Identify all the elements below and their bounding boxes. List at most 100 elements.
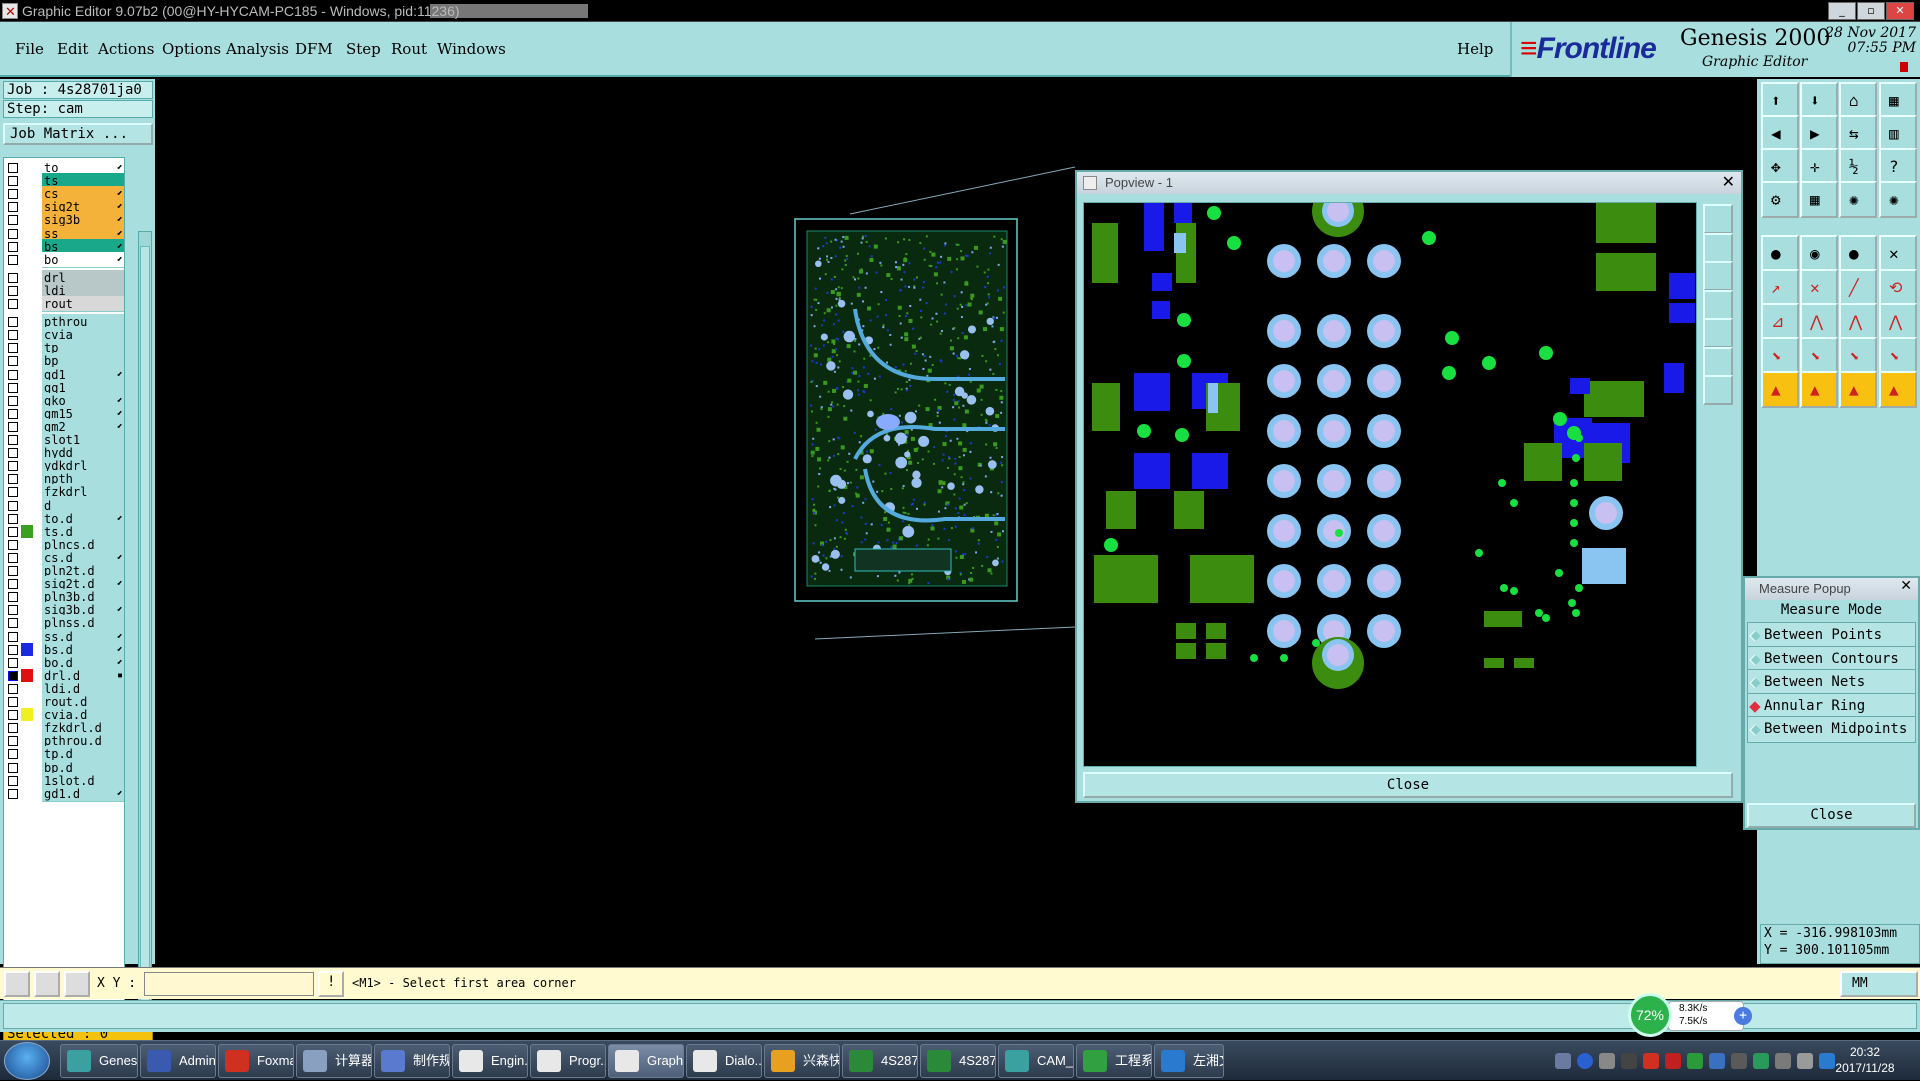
net2-icon[interactable]: ✺ [1879, 181, 1917, 218]
network-monitor[interactable]: 8.3K/s 7.5K/s 72% + [1628, 993, 1752, 1037]
pan-icon[interactable] [1703, 289, 1733, 320]
xy-input[interactable] [144, 972, 314, 996]
popview-close-button[interactable]: Close [1083, 772, 1733, 798]
menu-dfm[interactable]: DFM [295, 40, 333, 58]
gear-icon[interactable]: ⚙ [1761, 181, 1799, 218]
menu-step[interactable]: Step [346, 40, 381, 58]
taskbar-item[interactable]: Foxmail [218, 1044, 294, 1078]
layer-row[interactable]: bo ⬋ [4, 251, 124, 268]
layer-checkbox[interactable] [8, 285, 18, 296]
menu-windows[interactable]: Windows [437, 40, 506, 58]
array-icon[interactable]: ⬊ [1839, 337, 1877, 374]
taskbar-item[interactable]: 计算器 [296, 1044, 372, 1078]
layer-checkbox[interactable] [8, 526, 18, 537]
net-icon[interactable]: ✺ [1839, 181, 1877, 218]
menu-analysis[interactable]: Analysis [226, 40, 289, 58]
layer-checkbox[interactable] [8, 579, 18, 590]
feature-icon[interactable]: ⬊ [1761, 337, 1799, 374]
grid-icon[interactable] [64, 971, 90, 997]
ratio-icon[interactable]: ½ [1839, 148, 1877, 185]
network-plus-icon[interactable]: + [1734, 1007, 1752, 1025]
layer-checkbox[interactable] [8, 176, 18, 187]
menu-help[interactable]: Help [1457, 40, 1493, 58]
layer-checkbox[interactable] [8, 618, 18, 629]
taskbar-item[interactable]: 4S287... [920, 1044, 996, 1078]
layer-checkbox[interactable] [8, 435, 18, 445]
zoom-in-icon[interactable] [1703, 232, 1733, 263]
tray-app5-icon[interactable] [1753, 1053, 1769, 1069]
layer-checkbox[interactable] [8, 552, 18, 563]
layer-checkbox[interactable] [8, 299, 18, 309]
layer-checkbox[interactable] [8, 202, 18, 213]
taskbar-item[interactable]: 工程系... [1076, 1044, 1152, 1078]
layer-checkbox[interactable] [8, 788, 18, 799]
layer-checkbox[interactable] [8, 539, 18, 550]
zoom-out-icon[interactable] [1703, 261, 1733, 291]
taskbar-item[interactable]: 制作规... [374, 1044, 450, 1078]
tray-flag-icon[interactable] [1555, 1053, 1571, 1069]
layer-checkbox[interactable] [8, 448, 18, 459]
maximize-button[interactable]: ▫ [1857, 2, 1885, 20]
taskbar-item[interactable]: Genesis [60, 1044, 138, 1078]
grid-icon[interactable]: ▦ [1800, 181, 1838, 218]
tray-app3-icon[interactable] [1687, 1053, 1703, 1069]
minimize-button[interactable]: _ [1828, 2, 1856, 20]
center-icon[interactable]: ✛ [1800, 148, 1838, 185]
measure-close-button[interactable]: Close [1747, 803, 1916, 828]
tray-app-icon[interactable] [1643, 1053, 1659, 1069]
taskbar-item[interactable]: Engin... [452, 1044, 528, 1078]
close-window-button[interactable]: ✕ [1886, 2, 1914, 20]
taskbar-item[interactable]: Admin... [140, 1044, 216, 1078]
measure-option[interactable]: Between Midpoints [1747, 716, 1916, 743]
taskbar-item[interactable]: 4S287... [842, 1044, 918, 1078]
left-icon[interactable]: ◀ [1761, 115, 1799, 152]
scroll-thumb[interactable] [140, 246, 150, 1006]
taskbar-item[interactable]: 兴森快... [764, 1044, 840, 1078]
layer-checkbox[interactable] [8, 395, 18, 406]
pad-icon[interactable]: ● [1839, 235, 1877, 272]
mirror-icon[interactable]: ⋀ [1879, 303, 1917, 340]
home-icon[interactable]: ⬆ [1761, 82, 1799, 119]
layer-checkbox[interactable] [8, 762, 18, 773]
layer-checkbox[interactable] [8, 657, 18, 668]
split-icon[interactable]: ▥ [1879, 115, 1917, 152]
layer-checkbox[interactable] [8, 749, 18, 760]
layer-checkbox[interactable] [8, 474, 18, 485]
menu-edit[interactable]: Edit [57, 40, 88, 58]
add-line-icon[interactable]: ⊿ [1761, 303, 1799, 340]
snap-icon[interactable] [34, 971, 60, 997]
layer-checkbox[interactable] [8, 710, 18, 721]
taskbar-item[interactable]: Graph... [608, 1044, 684, 1078]
center-icon[interactable] [1703, 375, 1733, 405]
taskbar-item[interactable]: Dialo... [686, 1044, 762, 1078]
job-matrix-button[interactable]: Job Matrix ... [3, 123, 153, 145]
tray-app2-icon[interactable] [1665, 1053, 1681, 1069]
menu-options[interactable]: Options [162, 40, 221, 58]
layer-checkbox[interactable] [8, 683, 18, 694]
layer-checkbox[interactable] [8, 369, 18, 380]
layer-checkbox[interactable] [8, 215, 18, 226]
menu-rout[interactable]: Rout [391, 40, 427, 58]
layer-checkbox[interactable] [8, 566, 18, 576]
measure-icon[interactable] [1703, 346, 1733, 377]
layer-checkbox[interactable] [8, 592, 18, 603]
layer-color-swatch[interactable] [21, 252, 33, 267]
arc-icon[interactable]: ⟲ [1879, 269, 1917, 306]
fit-icon[interactable]: ✥ [1761, 148, 1799, 185]
layer-scrollbar[interactable] [138, 231, 152, 1021]
layer-checkbox[interactable] [8, 382, 18, 393]
layer-checkbox[interactable] [8, 513, 18, 524]
layer-checkbox[interactable] [8, 241, 18, 252]
layer-checkbox[interactable] [8, 500, 18, 511]
layer-checkbox[interactable] [8, 736, 18, 747]
tray-volume-icon[interactable] [1797, 1053, 1813, 1069]
snap-icon[interactable]: ● [1761, 235, 1799, 272]
arrow-icon[interactable]: ▲ [1800, 371, 1838, 408]
house-icon[interactable]: ⌂ [1839, 82, 1877, 119]
save-icon[interactable]: ⬇ [1800, 82, 1838, 119]
layer-checkbox[interactable] [8, 487, 18, 498]
redraw-icon[interactable] [1703, 318, 1733, 348]
measure-close-icon[interactable]: ✕ [1900, 578, 1912, 594]
taskbar-clock[interactable]: 20:32 2017/11/28 [1830, 1044, 1900, 1076]
layer-checkbox[interactable] [8, 605, 18, 616]
